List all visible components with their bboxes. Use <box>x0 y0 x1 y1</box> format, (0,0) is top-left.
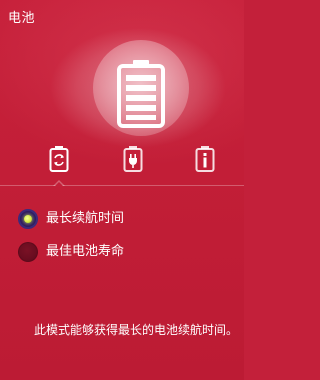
panel-title: 电池 <box>8 11 36 26</box>
battery-plug-icon <box>123 146 143 172</box>
selected-mode-indicator-fill <box>54 182 64 187</box>
mode-balanced-button[interactable] <box>44 144 74 174</box>
battery-info-icon <box>195 146 215 172</box>
radio-checked-icon[interactable] <box>18 209 38 229</box>
battery-panel: 电池 最长续航时间 最佳电池寿命 此模式能够获得最长的电池续航时间。 <box>0 0 244 380</box>
mode-selector <box>0 144 244 176</box>
option-longest-runtime[interactable]: 最长续航时间 <box>0 205 244 233</box>
mode-plug-button[interactable] <box>118 144 148 174</box>
section-divider <box>0 185 244 186</box>
battery-recycle-icon <box>49 146 69 172</box>
battery-full-icon <box>117 60 165 128</box>
mode-description: 此模式能够获得最长的电池续航时间。 <box>34 323 239 337</box>
option-label: 最长续航时间 <box>46 211 125 226</box>
option-label: 最佳电池寿命 <box>46 244 125 259</box>
option-best-battery-life[interactable]: 最佳电池寿命 <box>0 238 244 266</box>
mode-info-button[interactable] <box>190 144 220 174</box>
radio-unchecked-icon[interactable] <box>18 242 38 262</box>
battery-mode-options: 最长续航时间 最佳电池寿命 <box>0 205 244 271</box>
